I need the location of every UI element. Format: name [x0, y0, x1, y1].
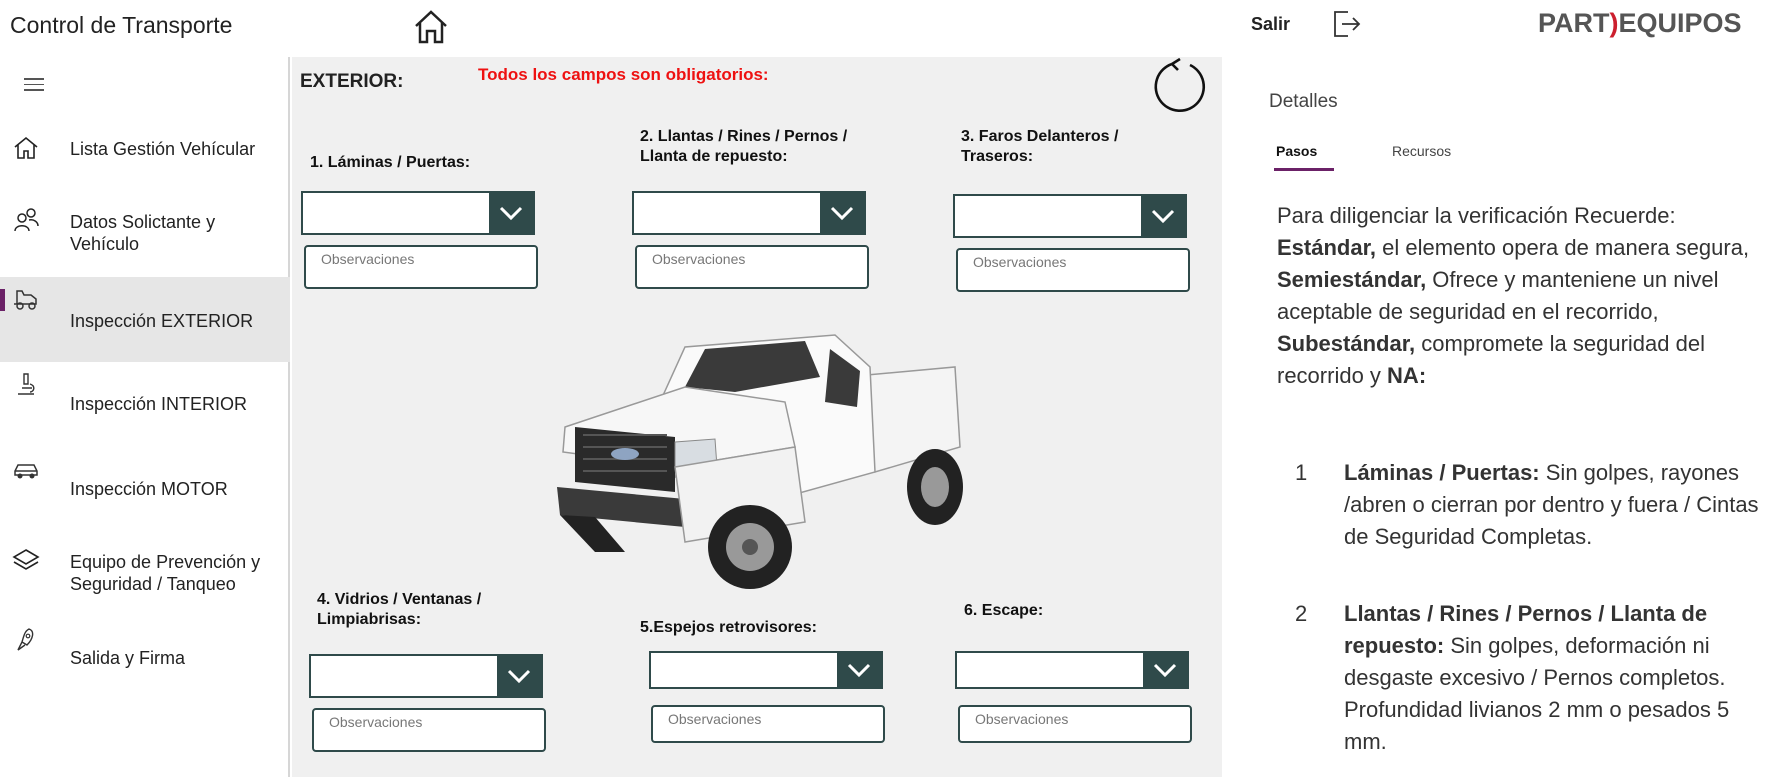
active-tab-indicator — [1274, 168, 1334, 171]
sidebar-item-salida[interactable]: Salida y Firma — [0, 615, 290, 699]
sign-out-icon[interactable] — [1330, 8, 1362, 40]
truck-icon — [14, 290, 37, 310]
chevron-down-icon[interactable] — [497, 656, 541, 696]
sidebar-item-label: Inspección INTERIOR — [70, 394, 248, 414]
laminas-observaciones-input[interactable]: Observaciones — [304, 245, 538, 289]
hamburger-menu-icon[interactable] — [24, 78, 44, 92]
escape-observaciones-input[interactable]: Observaciones — [958, 705, 1192, 743]
chevron-down-icon[interactable] — [1141, 196, 1185, 236]
company-logo: PART)EQUIPOS — [1538, 8, 1742, 38]
sidebar-item-equipo[interactable]: Equipo de Prevención y Seguridad / Tanqu… — [0, 531, 290, 615]
inspection-form: EXTERIOR: Todos los campos son obligator… — [292, 57, 1222, 777]
field-label-faros: 3. Faros Delanteros / Traseros: — [961, 128, 1119, 165]
pickup-truck-image — [557, 334, 963, 589]
required-fields-note: Todos los campos son obligatorios: — [478, 65, 769, 84]
espejos-observaciones-input[interactable]: Observaciones — [651, 705, 885, 743]
sidebar-item-label: Inspección MOTOR — [70, 479, 228, 499]
llantas-dropdown[interactable] — [632, 191, 866, 235]
home-icon — [14, 136, 38, 159]
laminas-dropdown[interactable] — [301, 191, 535, 235]
sidebar-item-motor[interactable]: Inspección MOTOR — [0, 447, 290, 531]
sidebar-item-lista[interactable]: Lista Gestión Vehícular — [0, 124, 290, 208]
microscope-icon — [18, 373, 35, 395]
app-header: Control de Transporte Salir PART)EQUIPOS — [0, 0, 1778, 57]
sidebar-item-label: Lista Gestión Vehícular — [70, 139, 256, 159]
sidebar-item-datos[interactable]: Datos Solictante y Vehículo — [0, 200, 290, 284]
rocket-icon — [17, 628, 34, 651]
layers-icon — [12, 549, 40, 570]
chevron-down-icon[interactable] — [1143, 653, 1187, 687]
sidebar-item-exterior[interactable]: Inspección EXTERIOR — [0, 277, 290, 362]
sidebar: Lista Gestión Vehícular Datos Solictante… — [0, 57, 290, 777]
users-icon — [14, 208, 39, 232]
tab-pasos[interactable]: Pasos — [1276, 143, 1317, 159]
field-label-escape: 6. Escape: — [964, 602, 1044, 619]
car-icon — [14, 464, 38, 479]
logo-mark: ) — [1609, 8, 1619, 38]
section-title: EXTERIOR: — [300, 71, 404, 92]
details-panel: Detalles Pasos Recursos Para diligenciar… — [1224, 57, 1778, 777]
tab-recursos[interactable]: Recursos — [1392, 143, 1451, 159]
field-label-llantas: 2. Llantas / Rines / Pernos / Llanta de … — [640, 128, 848, 165]
app-title: Control de Transporte — [10, 12, 233, 38]
refresh-icon[interactable] — [1152, 57, 1208, 113]
vidrios-observaciones-input[interactable]: Observaciones — [312, 708, 546, 752]
faros-dropdown[interactable] — [953, 194, 1187, 238]
exit-button[interactable]: Salir — [1251, 14, 1290, 35]
field-label-laminas: 1. Láminas / Puertas: — [310, 154, 471, 171]
chevron-down-icon[interactable] — [820, 193, 864, 233]
escape-dropdown[interactable] — [955, 651, 1189, 689]
home-icon[interactable] — [410, 6, 452, 48]
espejos-dropdown[interactable] — [649, 651, 883, 689]
sidebar-item-label: Inspección EXTERIOR — [70, 311, 254, 331]
vidrios-dropdown[interactable] — [309, 654, 543, 698]
panel-title: Detalles — [1269, 91, 1338, 112]
sidebar-item-label: Datos Solictante y Vehículo — [70, 212, 216, 254]
faros-observaciones-input[interactable]: Observaciones — [956, 248, 1190, 292]
sidebar-item-label: Equipo de Prevención y Seguridad / Tanqu… — [70, 552, 261, 594]
field-label-espejos: 5.Espejos retrovisores: — [640, 619, 817, 636]
field-label-vidrios: 4. Vidrios / Ventanas / Limpiabrisas: — [317, 591, 482, 628]
chevron-down-icon[interactable] — [837, 653, 881, 687]
sidebar-item-interior[interactable]: Inspección INTERIOR — [0, 362, 290, 446]
chevron-down-icon[interactable] — [489, 193, 533, 233]
llantas-observaciones-input[interactable]: Observaciones — [635, 245, 869, 289]
sidebar-item-label: Salida y Firma — [70, 648, 186, 668]
instructions-text: Para diligenciar la verificación Recuerd… — [1277, 203, 1750, 388]
